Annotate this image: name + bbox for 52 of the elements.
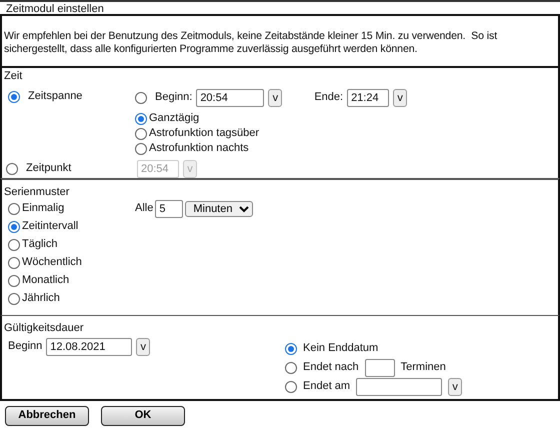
- radio-button[interactable]: [8, 238, 20, 251]
- time-field[interactable]: 21:24: [347, 88, 390, 107]
- interval-field[interactable]: 5: [155, 200, 184, 218]
- radio-label: Astrofunktion tagsüber: [149, 127, 260, 142]
- radio-button[interactable]: [135, 143, 147, 156]
- radio-label: Endet am: [303, 380, 350, 394]
- count-field[interactable]: [364, 359, 395, 378]
- dialog-button[interactable]: Abbrechen: [5, 406, 89, 426]
- field-label: Beginn:: [155, 90, 192, 105]
- window-title: Zeitmodul einstellen: [0, 0, 560, 16]
- field-label: Beginn: [8, 340, 42, 354]
- field-label: Alle: [135, 202, 154, 216]
- radio-label: Wöchentlich: [22, 256, 82, 270]
- dropdown-button[interactable]: v: [136, 338, 150, 356]
- radio-label: Zeitpunkt: [26, 162, 72, 176]
- radio-button[interactable]: [285, 381, 297, 394]
- radio-button[interactable]: [8, 202, 20, 215]
- radio-button[interactable]: [8, 274, 20, 287]
- radio-button[interactable]: [135, 92, 147, 104]
- time-field[interactable]: 20:54: [196, 88, 264, 107]
- radio-button[interactable]: [285, 343, 297, 356]
- radio-label: Jährlich: [22, 292, 60, 306]
- radio-button[interactable]: [8, 220, 20, 233]
- radio-button[interactable]: [285, 362, 297, 374]
- dropdown-button[interactable]: v: [448, 378, 462, 396]
- section-title: Serienmuster: [4, 186, 70, 200]
- unit-select[interactable]: Minuten: [185, 200, 254, 217]
- date-field[interactable]: [356, 378, 442, 396]
- radio-button[interactable]: [8, 256, 20, 269]
- radio-button[interactable]: [6, 162, 18, 175]
- field-label: Terminen: [400, 361, 446, 376]
- radio-label: Monatlich: [22, 274, 70, 288]
- notice-text: Wir empfehlen bei der Benutzung des Zeitmoduls, keine Zeitabstände kleiner 15 Min. zu verwenden. So ist sichergestellt, dass alle konfigurierten Programme zuverlässig ausgeführt werden können.: [0, 16, 560, 66]
- radio-button[interactable]: [135, 128, 147, 140]
- radio-label: Einmalig: [22, 202, 64, 216]
- field-label: Ende:: [314, 90, 344, 105]
- dropdown-button[interactable]: v: [268, 88, 282, 107]
- radio-label: Täglich: [22, 238, 58, 252]
- radio-label: Astrofunktion nachts: [149, 142, 249, 156]
- radio-button[interactable]: [135, 113, 147, 126]
- radio-button[interactable]: [8, 90, 20, 103]
- dropdown-button[interactable]: v: [393, 88, 408, 107]
- radio-label: Ganztägig: [149, 112, 200, 126]
- date-field[interactable]: 12.08.2021: [46, 338, 132, 356]
- radio-label: Endet nach: [303, 361, 359, 376]
- radio-button[interactable]: [8, 292, 20, 305]
- section-title: Gültigkeitsdauer: [4, 322, 84, 336]
- radio-label: Zeitintervall: [22, 220, 78, 234]
- dialog-button[interactable]: OK: [101, 406, 185, 426]
- section-title: Zeit: [4, 70, 24, 84]
- radio-label: Kein Enddatum: [303, 342, 378, 356]
- radio-label: Zeitspanne: [28, 90, 82, 104]
